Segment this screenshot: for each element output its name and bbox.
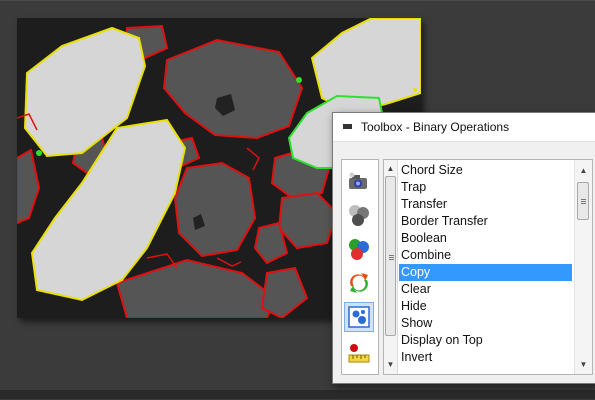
list-item-display-on-top[interactable]: Display on Top (399, 332, 572, 349)
operations-items: Chord Size Trap Transfer Border Transfer… (399, 162, 572, 366)
scroll-down-icon[interactable]: ▼ (575, 360, 592, 369)
window-menu-icon[interactable] (342, 121, 353, 132)
binary-transform-icon[interactable] (344, 302, 374, 332)
camera-icon[interactable] (344, 166, 374, 196)
left-scroll-up-icon[interactable]: ▲ (384, 164, 397, 173)
list-item-transfer[interactable]: Transfer (399, 196, 572, 213)
scroll-thumb[interactable] (577, 182, 589, 220)
transform-arrows-icon[interactable] (344, 268, 374, 298)
list-left-scrollbar[interactable]: ▲ ▼ (384, 160, 398, 374)
list-item-boolean[interactable]: Boolean (399, 230, 572, 247)
list-item-copy[interactable]: Copy (399, 264, 572, 281)
list-item-invert[interactable]: Invert (399, 349, 572, 366)
list-right-scrollbar[interactable]: ▲ ▼ (574, 160, 592, 374)
yellow-specks (413, 88, 417, 92)
workspace-bottom-edge (0, 390, 595, 399)
list-item-border-transfer[interactable]: Border Transfer (399, 213, 572, 230)
list-item-trap[interactable]: Trap (399, 179, 572, 196)
grayscale-spheres-icon[interactable] (344, 200, 374, 230)
operations-list[interactable]: ▲ ▼ Chord Size Trap Transfer Border Tran… (383, 159, 593, 375)
toolbox-window[interactable]: Toolbox - Binary Operations ▲ ▼ Chord Si… (332, 112, 595, 384)
left-scroll-thumb[interactable] (385, 176, 396, 336)
list-item-combine[interactable]: Combine (399, 247, 572, 264)
list-item-show[interactable]: Show (399, 315, 572, 332)
scroll-up-icon[interactable]: ▲ (575, 166, 592, 175)
left-scroll-down-icon[interactable]: ▼ (384, 360, 397, 369)
measure-ruler-icon[interactable] (344, 338, 374, 368)
list-item-hide[interactable]: Hide (399, 298, 572, 315)
toolbox-title: Toolbox - Binary Operations (361, 120, 510, 134)
toolbox-titlebar[interactable]: Toolbox - Binary Operations (333, 113, 595, 142)
color-spheres-icon[interactable] (344, 234, 374, 264)
tool-strip (341, 159, 379, 375)
list-item-chord-size[interactable]: Chord Size (399, 162, 572, 179)
list-item-clear[interactable]: Clear (399, 281, 572, 298)
